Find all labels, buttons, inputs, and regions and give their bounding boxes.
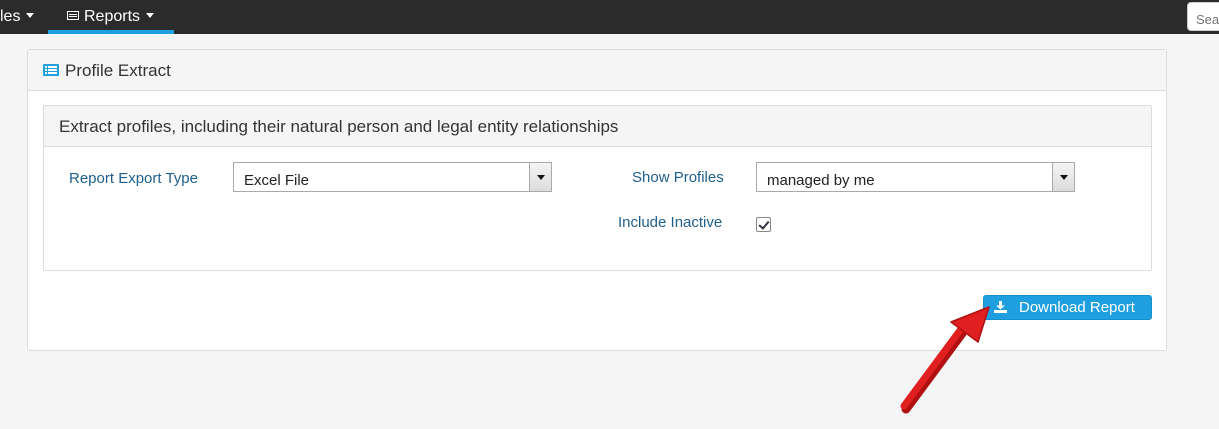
dropdown-arrow-icon[interactable] [1052, 163, 1074, 191]
nav-files-label: les [0, 8, 21, 25]
show-profiles-value: managed by me [767, 172, 875, 189]
caret-down-icon [146, 13, 155, 19]
search-input[interactable] [1187, 2, 1219, 31]
caret-down-icon [26, 13, 35, 19]
include-inactive-label: Include Inactive [618, 214, 723, 231]
active-tab-indicator [48, 30, 174, 34]
dropdown-arrow-icon[interactable] [529, 163, 551, 191]
download-icon [994, 301, 1007, 313]
report-export-type-select[interactable]: Excel File [233, 162, 552, 192]
report-icon [67, 10, 79, 20]
panel-heading: Profile Extract [28, 50, 1166, 91]
panel-title: Profile Extract [65, 61, 171, 80]
download-report-button[interactable]: Download Report [983, 295, 1152, 320]
section-title: Extract profiles, including their natura… [44, 106, 1151, 147]
nav-files-menu[interactable]: les [0, 0, 44, 34]
show-profiles-select[interactable]: managed by me [756, 162, 1075, 192]
report-export-type-value: Excel File [244, 172, 310, 189]
include-inactive-checkbox[interactable] [756, 217, 771, 232]
report-export-type-label: Report Export Type [69, 170, 198, 187]
show-profiles-label: Show Profiles [632, 169, 724, 186]
top-navbar: les Reports [0, 0, 1219, 34]
list-icon [43, 64, 59, 77]
nav-reports-menu[interactable]: Reports [48, 0, 174, 34]
extract-options-section: Extract profiles, including their natura… [43, 105, 1152, 271]
download-report-label: Download Report [1019, 299, 1135, 316]
nav-reports-label: Reports [84, 8, 141, 25]
